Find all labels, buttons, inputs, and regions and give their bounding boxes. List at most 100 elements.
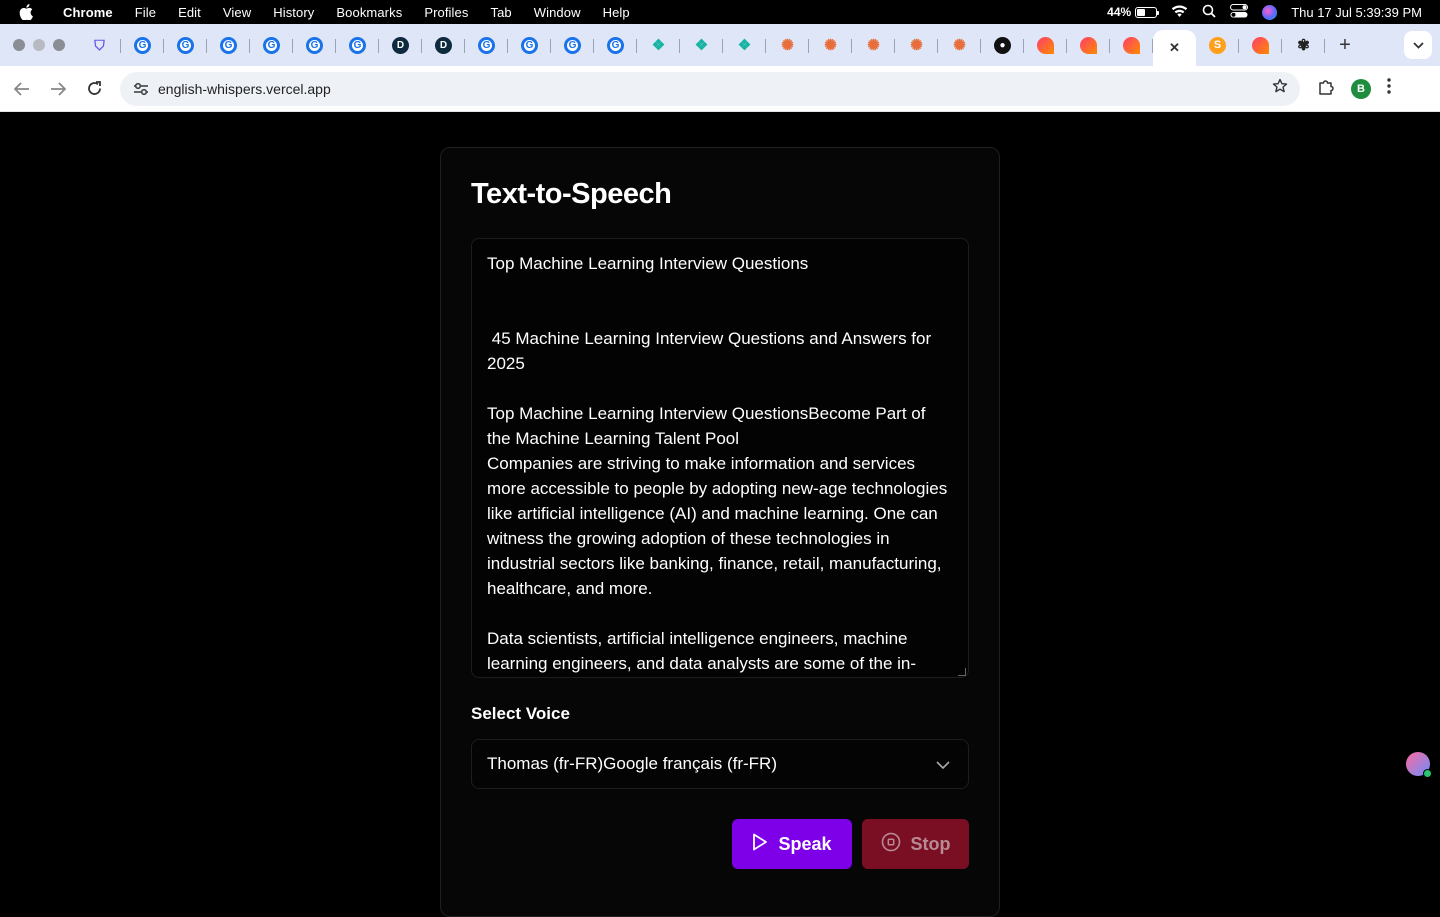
spotlight-search-icon[interactable]: [1202, 4, 1216, 21]
tab[interactable]: ❖: [723, 28, 766, 62]
tab-active[interactable]: ✕: [1153, 30, 1196, 66]
tab[interactable]: [1024, 28, 1067, 62]
google-icon: G: [306, 36, 323, 54]
teal-knot-icon: ❖: [694, 37, 709, 54]
menu-view[interactable]: View: [212, 5, 262, 20]
menu-window[interactable]: Window: [523, 5, 592, 20]
openai-icon: ✾: [1297, 37, 1310, 54]
page-content: Text-to-Speech Top Machine Learning Inte…: [0, 112, 1440, 917]
voice-select[interactable]: Thomas (fr-FR)Google français (fr-FR): [471, 739, 969, 789]
tab[interactable]: G: [121, 28, 164, 62]
tab[interactable]: ❖: [680, 28, 723, 62]
battery-percent: 44%: [1107, 5, 1132, 19]
control-center-icon[interactable]: [1230, 3, 1249, 21]
textarea-resize-handle[interactable]: [958, 668, 966, 676]
wifi-icon[interactable]: [1171, 4, 1188, 20]
tab[interactable]: G: [594, 28, 637, 62]
bookmark-star-icon[interactable]: [1272, 78, 1288, 99]
apple-menu-icon[interactable]: [0, 4, 52, 20]
tab[interactable]: ●: [981, 28, 1024, 62]
chrome-menu-icon[interactable]: [1387, 78, 1391, 99]
clock-datetime[interactable]: Thu 17 Jul 5:39:39 PM: [1291, 5, 1422, 20]
tab[interactable]: [1110, 28, 1153, 62]
tab[interactable]: D: [422, 28, 465, 62]
forward-button[interactable]: [40, 71, 76, 107]
menu-file[interactable]: File: [124, 5, 167, 20]
lovable-icon: [1080, 36, 1097, 54]
s-icon: S: [1209, 36, 1226, 54]
close-tab-icon[interactable]: ✕: [1169, 40, 1180, 56]
extensions-puzzle-icon[interactable]: [1318, 78, 1335, 100]
lovable-icon: [1123, 36, 1140, 54]
speak-button[interactable]: Speak: [732, 819, 852, 869]
menu-help[interactable]: Help: [592, 5, 641, 20]
google-icon: G: [263, 36, 280, 54]
minimize-window-button[interactable]: [33, 39, 45, 51]
stop-button[interactable]: Stop: [862, 819, 969, 869]
site-settings-icon[interactable]: [130, 78, 152, 100]
claude-icon: ✺: [781, 37, 794, 54]
text-input-area[interactable]: Top Machine Learning Interview Questions…: [471, 238, 969, 678]
teal-knot-icon: ❖: [651, 37, 666, 54]
floating-assistant-avatar[interactable]: [1406, 752, 1432, 778]
stop-icon: [881, 832, 901, 857]
tab[interactable]: ✺: [895, 28, 938, 62]
tab[interactable]: ✺: [766, 28, 809, 62]
voice-select-label: Select Voice: [471, 704, 570, 723]
tab[interactable]: ✾: [1282, 28, 1325, 62]
tab[interactable]: ✺: [938, 28, 981, 62]
speak-button-label: Speak: [778, 833, 832, 854]
menu-app-name[interactable]: Chrome: [52, 5, 124, 20]
chevron-down-icon: [936, 756, 950, 772]
google-icon: G: [349, 36, 366, 54]
close-window-button[interactable]: [13, 39, 25, 51]
back-button[interactable]: [4, 71, 40, 107]
stop-button-label: Stop: [910, 833, 951, 854]
google-icon: G: [177, 36, 194, 54]
google-icon: G: [478, 36, 495, 54]
tab[interactable]: G: [336, 28, 379, 62]
new-tab-button[interactable]: +: [1325, 34, 1365, 57]
siri-icon[interactable]: [1262, 4, 1278, 20]
tab[interactable]: [1067, 28, 1110, 62]
menu-history[interactable]: History: [262, 5, 325, 20]
tts-card: Text-to-Speech Top Machine Learning Inte…: [440, 147, 1000, 917]
tab[interactable]: G: [551, 28, 594, 62]
claude-icon: ✺: [867, 37, 880, 54]
menu-bookmarks[interactable]: Bookmarks: [325, 5, 413, 20]
voice-select-value: Thomas (fr-FR)Google français (fr-FR): [487, 754, 777, 773]
zoom-window-button[interactable]: [53, 39, 65, 51]
tab[interactable]: [1239, 28, 1282, 62]
d-icon: D: [435, 36, 452, 54]
reload-button[interactable]: [76, 71, 112, 107]
tab[interactable]: D: [379, 28, 422, 62]
d-icon: D: [392, 36, 409, 54]
teal-knot-icon: ❖: [737, 37, 752, 54]
tab[interactable]: ⛉: [78, 28, 121, 62]
menu-edit[interactable]: Edit: [167, 5, 212, 20]
claude-icon: ✺: [910, 37, 923, 54]
play-icon: [752, 833, 768, 856]
menu-tab[interactable]: Tab: [479, 5, 522, 20]
battery-status[interactable]: 44%: [1107, 5, 1160, 19]
lovable-icon: [1037, 36, 1054, 54]
tab[interactable]: G: [250, 28, 293, 62]
window-controls: [0, 39, 78, 51]
shield-icon: ⛉: [94, 36, 105, 53]
tab[interactable]: G: [164, 28, 207, 62]
tab[interactable]: G: [207, 28, 250, 62]
tab[interactable]: S: [1196, 28, 1239, 62]
profile-avatar[interactable]: B: [1351, 78, 1371, 99]
tab[interactable]: G: [465, 28, 508, 62]
tab[interactable]: ❖: [637, 28, 680, 62]
tab[interactable]: ✺: [852, 28, 895, 62]
tab-search-button[interactable]: [1404, 31, 1432, 59]
tabs-list: ⛉ G G G G G G D D G G G G ❖ ❖ ❖ ✺ ✺ ✺ ✺ ✺ ● ✕ S ✾: [78, 24, 1325, 66]
tab[interactable]: ✺: [809, 28, 852, 62]
tab[interactable]: G: [293, 28, 336, 62]
url-text[interactable]: english-whispers.vercel.app: [158, 81, 331, 97]
google-icon: G: [607, 36, 624, 54]
menu-profiles[interactable]: Profiles: [413, 5, 479, 20]
tab[interactable]: G: [508, 28, 551, 62]
address-bar[interactable]: english-whispers.vercel.app: [120, 71, 1300, 106]
